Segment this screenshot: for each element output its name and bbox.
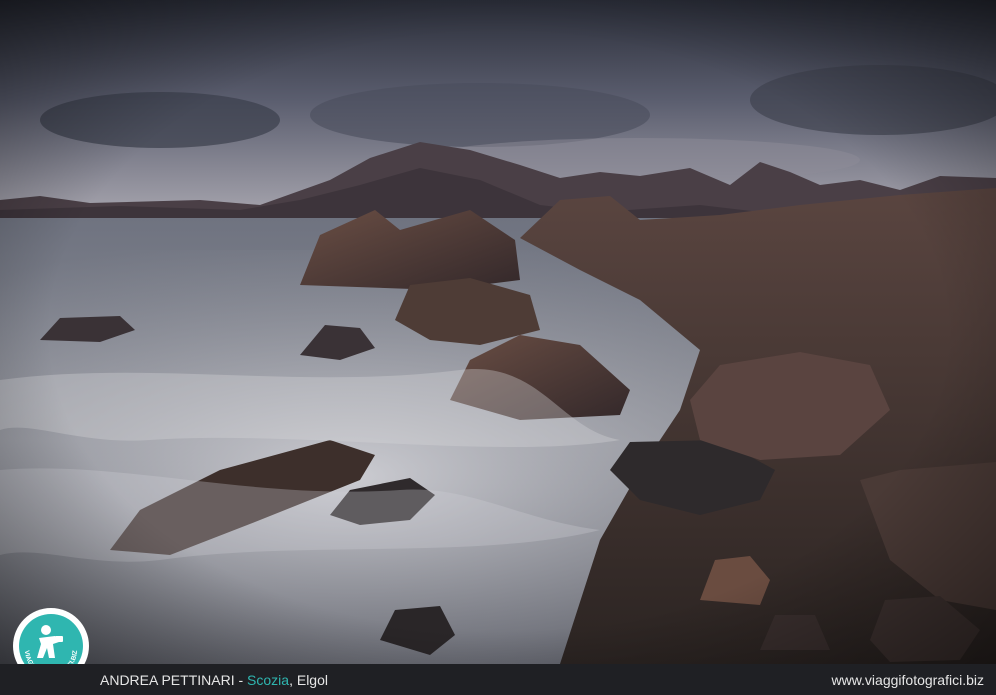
place-label: Elgol xyxy=(296,671,328,688)
landscape-photo xyxy=(0,0,996,664)
country-label: Scozia xyxy=(247,671,290,688)
caption-credit: ANDREA PETTINARI - Scozia, Elgol xyxy=(100,672,328,688)
caption-bar: ANDREA PETTINARI - Scozia, Elgol www.via… xyxy=(0,664,996,695)
photo-frame: VIAGGIFOTOGRAFICI.BIZ ANDREA PETTINARI -… xyxy=(0,0,996,695)
caption-comma: , xyxy=(289,671,297,688)
author-name: ANDREA PETTINARI xyxy=(100,671,235,688)
caption-separator: - xyxy=(234,671,248,688)
website-link[interactable]: www.viaggifotografici.biz xyxy=(831,672,984,688)
